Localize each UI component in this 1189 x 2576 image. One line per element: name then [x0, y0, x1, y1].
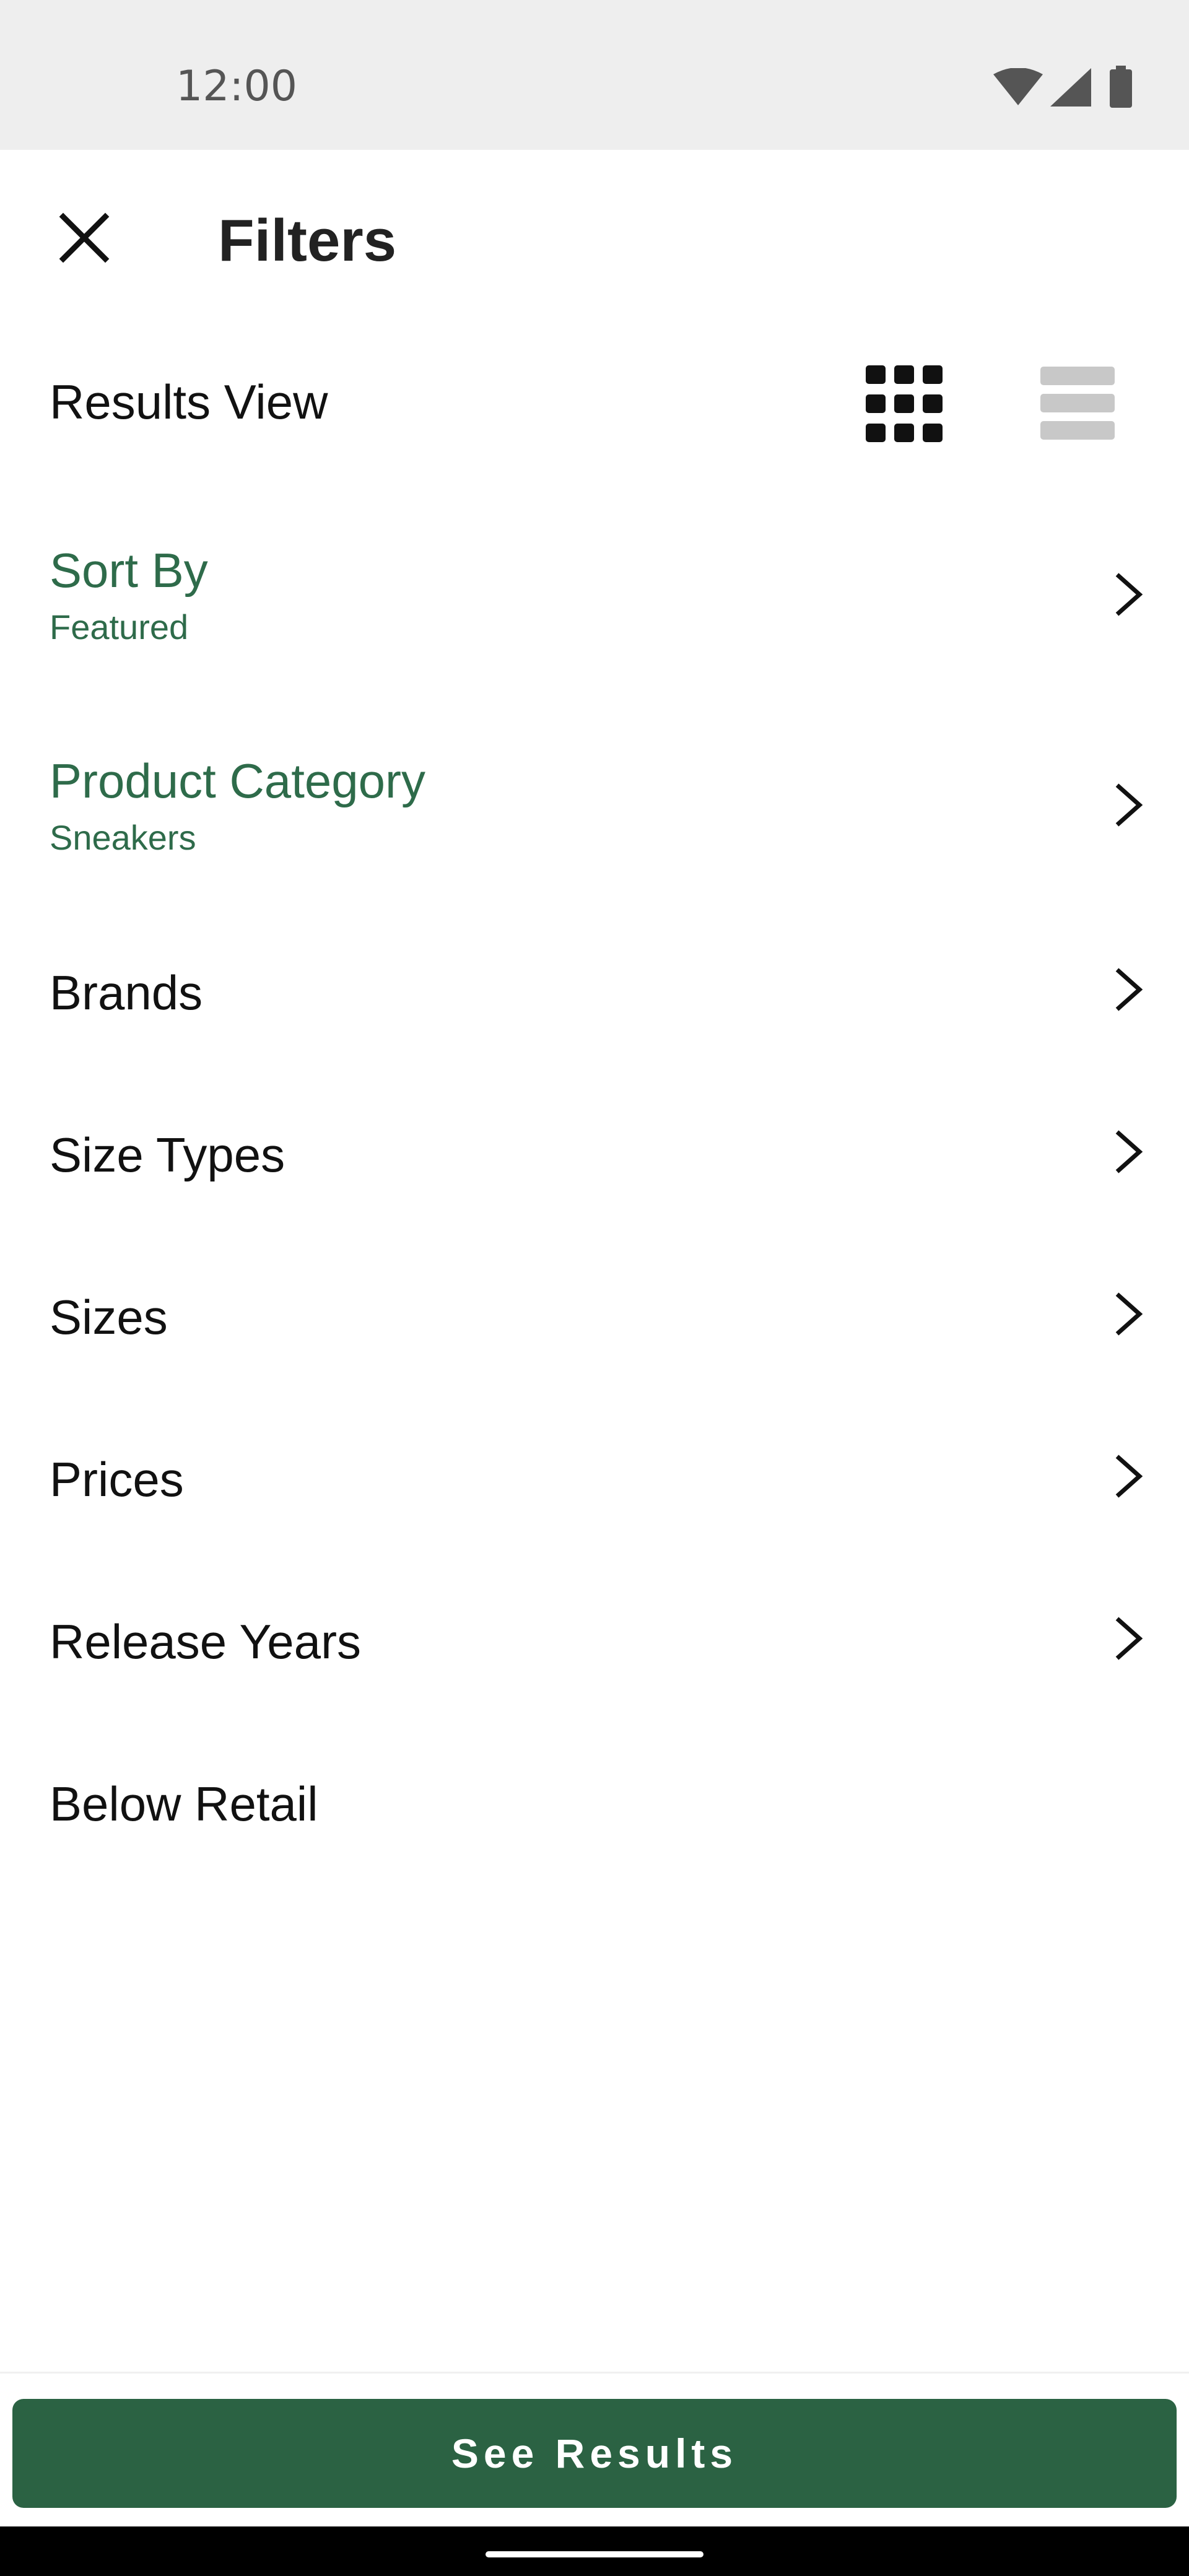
chevron-right-icon	[1115, 1455, 1143, 1498]
size-types-label: Size Types	[50, 1128, 285, 1182]
chevron-right-icon	[1115, 1130, 1143, 1173]
grid-view-icon	[866, 365, 943, 442]
sort-by-row[interactable]: Sort By Featured	[0, 533, 1189, 681]
signal-icon	[1050, 68, 1091, 107]
close-icon	[59, 212, 110, 263]
battery-icon	[1110, 66, 1132, 108]
home-indicator[interactable]	[486, 2551, 703, 2557]
filters-header: Filters	[0, 150, 1189, 323]
chevron-right-icon	[1115, 1292, 1143, 1336]
brands-row[interactable]: Brands	[0, 954, 1189, 1077]
sort-by-label: Sort By	[50, 543, 208, 598]
prices-row[interactable]: Prices	[0, 1440, 1189, 1564]
divider	[0, 2372, 1189, 2374]
below-retail-row[interactable]: Below Retail	[0, 1765, 1189, 1889]
grid-view-toggle[interactable]	[866, 365, 943, 442]
status-icons	[993, 66, 1179, 118]
status-time: 12:00	[176, 62, 297, 111]
sizes-label: Sizes	[50, 1290, 168, 1344]
status-bar: 12:00	[0, 0, 1189, 150]
sort-by-value: Featured	[50, 607, 189, 646]
release-years-label: Release Years	[50, 1614, 362, 1669]
chevron-right-icon	[1115, 783, 1143, 827]
list-view-toggle[interactable]	[1040, 367, 1115, 441]
size-types-row[interactable]: Size Types	[0, 1116, 1189, 1240]
results-view-label: Results View	[50, 375, 328, 429]
below-retail-label: Below Retail	[50, 1777, 318, 1831]
chevron-right-icon	[1115, 968, 1143, 1011]
list-view-icon	[1040, 367, 1115, 440]
wifi-icon	[993, 68, 1043, 105]
prices-label: Prices	[50, 1452, 184, 1507]
product-category-row[interactable]: Product Category Sneakers	[0, 743, 1189, 892]
chevron-right-icon	[1115, 573, 1143, 616]
see-results-button[interactable]: See Results	[12, 2399, 1177, 2508]
release-years-row[interactable]: Release Years	[0, 1603, 1189, 1726]
page-title: Filters	[218, 207, 397, 274]
system-nav-bar	[0, 2526, 1189, 2576]
close-button[interactable]	[52, 206, 116, 270]
results-view-row: Results View	[0, 347, 1189, 458]
sizes-row[interactable]: Sizes	[0, 1278, 1189, 1402]
brands-label: Brands	[50, 965, 203, 1020]
product-category-label: Product Category	[50, 754, 425, 808]
product-category-value: Sneakers	[50, 818, 196, 857]
chevron-right-icon	[1115, 1617, 1143, 1660]
